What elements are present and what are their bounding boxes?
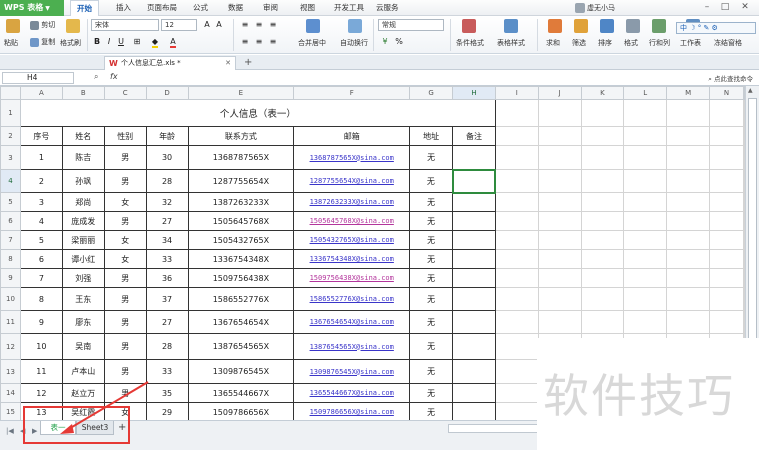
arrow-head: [60, 424, 74, 434]
arrow-line: [66, 381, 149, 431]
watermark: 软件技巧: [537, 338, 759, 450]
wps-spreadsheet-window: WPS 表格 ▼ 开始 插入 页面布局 公式 数据 审阅 视图 开发工具 云服务 …: [0, 0, 759, 450]
watermark-text: 软件技巧: [543, 369, 735, 423]
